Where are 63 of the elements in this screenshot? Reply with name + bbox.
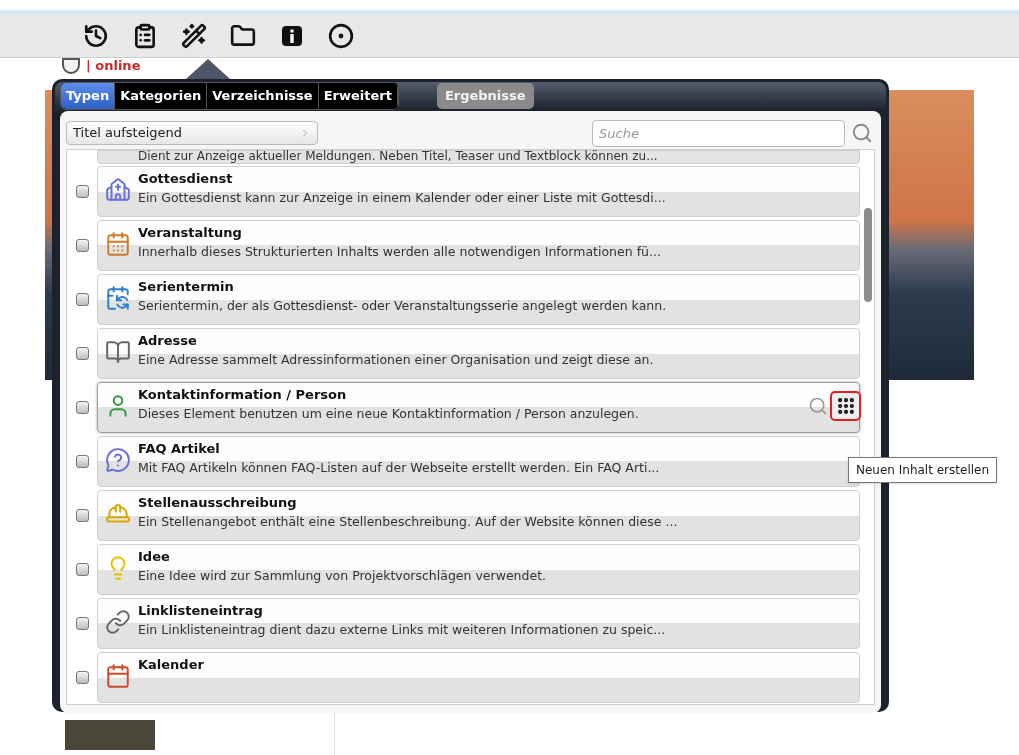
address-book-icon [105,339,131,365]
item-title: Kontaktinformation / Person [138,386,348,404]
item-card[interactable]: Gottesdienst Ein Gottesdienst kann zur Anzeige in einem Kalender oder einer Liste mit Gottesdi... [97,166,860,217]
folder-icon[interactable] [230,22,256,49]
checkbox[interactable] [75,347,89,360]
checkbox[interactable] [75,617,89,630]
item-card[interactable]: Stellenausschreibung Ein Stellenangebot enthält eine Stellenbeschreibung. Auf der Website können diese ... [97,490,860,541]
item-card[interactable]: Dient zur Anzeige aktueller Meldungen. Neben Titel, Teaser und Textblock können zu... [97,150,860,164]
item-title: Serientermin [138,278,235,296]
item-title: Adresse [138,332,198,350]
calendar-repeat-icon [105,285,131,311]
item-card[interactable]: Linklisteneintrag Ein Linklisteneintrag dient dazu externe Links mit weiteren Informationen zu speic... [97,598,860,649]
history-icon[interactable] [83,22,109,49]
item-card[interactable]: Kalender [97,652,860,703]
checkbox[interactable] [75,293,89,306]
item-card[interactable]: Veranstaltung Innerhalb dieses Strukturierten Inhalts werden alle notwendigen Informationen fü... [97,220,860,271]
church-icon [105,177,131,203]
logo-text: | online [86,58,141,74]
item-description: Serientermin, der als Gottesdienst- oder Veranstaltungsserie angelegt werden kann. [138,297,667,315]
item-description: Innerhalb dieses Strukturierten Inhalts werden alle notwendigen Informationen fü... [138,243,661,261]
checkbox[interactable] [75,401,89,414]
search-icon[interactable] [808,396,828,416]
checkbox[interactable] [75,455,89,468]
item-description: Eine Adresse sammelt Adressinformationen einer Organisation und zeigt diese an. [138,351,654,369]
item-card[interactable]: Serientermin Serientermin, der als Gottesdienst- oder Veranstaltungsserie angelegt werden kann. [97,274,860,325]
target-icon[interactable] [328,22,354,49]
item-title: Gottesdienst [138,170,234,188]
grid-icon [835,396,856,416]
item-title: Idee [138,548,171,566]
item-description: Mit FAQ Artikeln können FAQ-Listen auf der Webseite erstellt werden. Ein FAQ Arti... [138,459,660,477]
checkbox[interactable] [75,239,89,252]
item-card[interactable]: Idee Eine Idee wird zur Sammlung von Projektvorschlägen verwendet. [97,544,860,595]
item-title: Linklisteneintrag [138,602,264,620]
checkbox[interactable] [75,671,89,684]
checkbox[interactable] [75,185,89,198]
magic-wand-icon[interactable] [181,22,207,49]
checkbox[interactable] [75,509,89,522]
item-title: Stellenausschreibung [138,494,298,512]
item-title: FAQ Artikel [138,440,221,458]
tooltip: Neuen Inhalt erstellen [848,457,998,483]
create-content-button[interactable] [830,391,861,421]
question-bubbles-icon [105,447,131,473]
calendar-icon [105,663,131,689]
scrollbar-thumb[interactable] [864,208,872,302]
checkbox[interactable] [75,563,89,576]
calendar-pencil-icon [105,231,131,257]
item-description: Dient zur Anzeige aktueller Meldungen. Neben Titel, Teaser und Textblock können zu... [138,150,658,163]
item-description: Ein Linklisteneintrag dient dazu externe Links mit weiteren Informationen zu speic... [138,621,666,639]
item-card[interactable]: Adresse Eine Adresse sammelt Adressinformationen einer Organisation und zeigt diese an. [97,328,860,379]
clipboard-icon[interactable] [132,22,158,49]
item-description: Ein Stellenangebot enthält eine Stellenbeschreibung. Auf der Website können diese ... [138,513,678,531]
item-card[interactable]: Kontaktinformation / Person Dieses Element benutzen um eine neue Kontaktinformation / Person anzulegen. [97,382,860,433]
item-description: Eine Idee wird zur Sammlung von Projektvorschlägen verwendet. [138,567,546,585]
search-field[interactable]: Suche [592,119,845,147]
info-icon[interactable] [280,23,304,48]
item-title: Kalender [138,656,204,674]
item-description: Ein Gottesdienst kann zur Anzeige in einem Kalender oder einer Liste mit Gottesdi... [138,189,666,207]
item-title: Veranstaltung [138,224,243,242]
item-description: Dieses Element benutzen um eine neue Kontaktinformation / Person anzulegen. [138,405,639,423]
chain-link-icon [105,609,131,635]
search-icon[interactable] [851,122,873,144]
sort-dropdown[interactable]: Titel aufsteigend [66,121,318,145]
tab[interactable]: Typen [61,83,116,109]
